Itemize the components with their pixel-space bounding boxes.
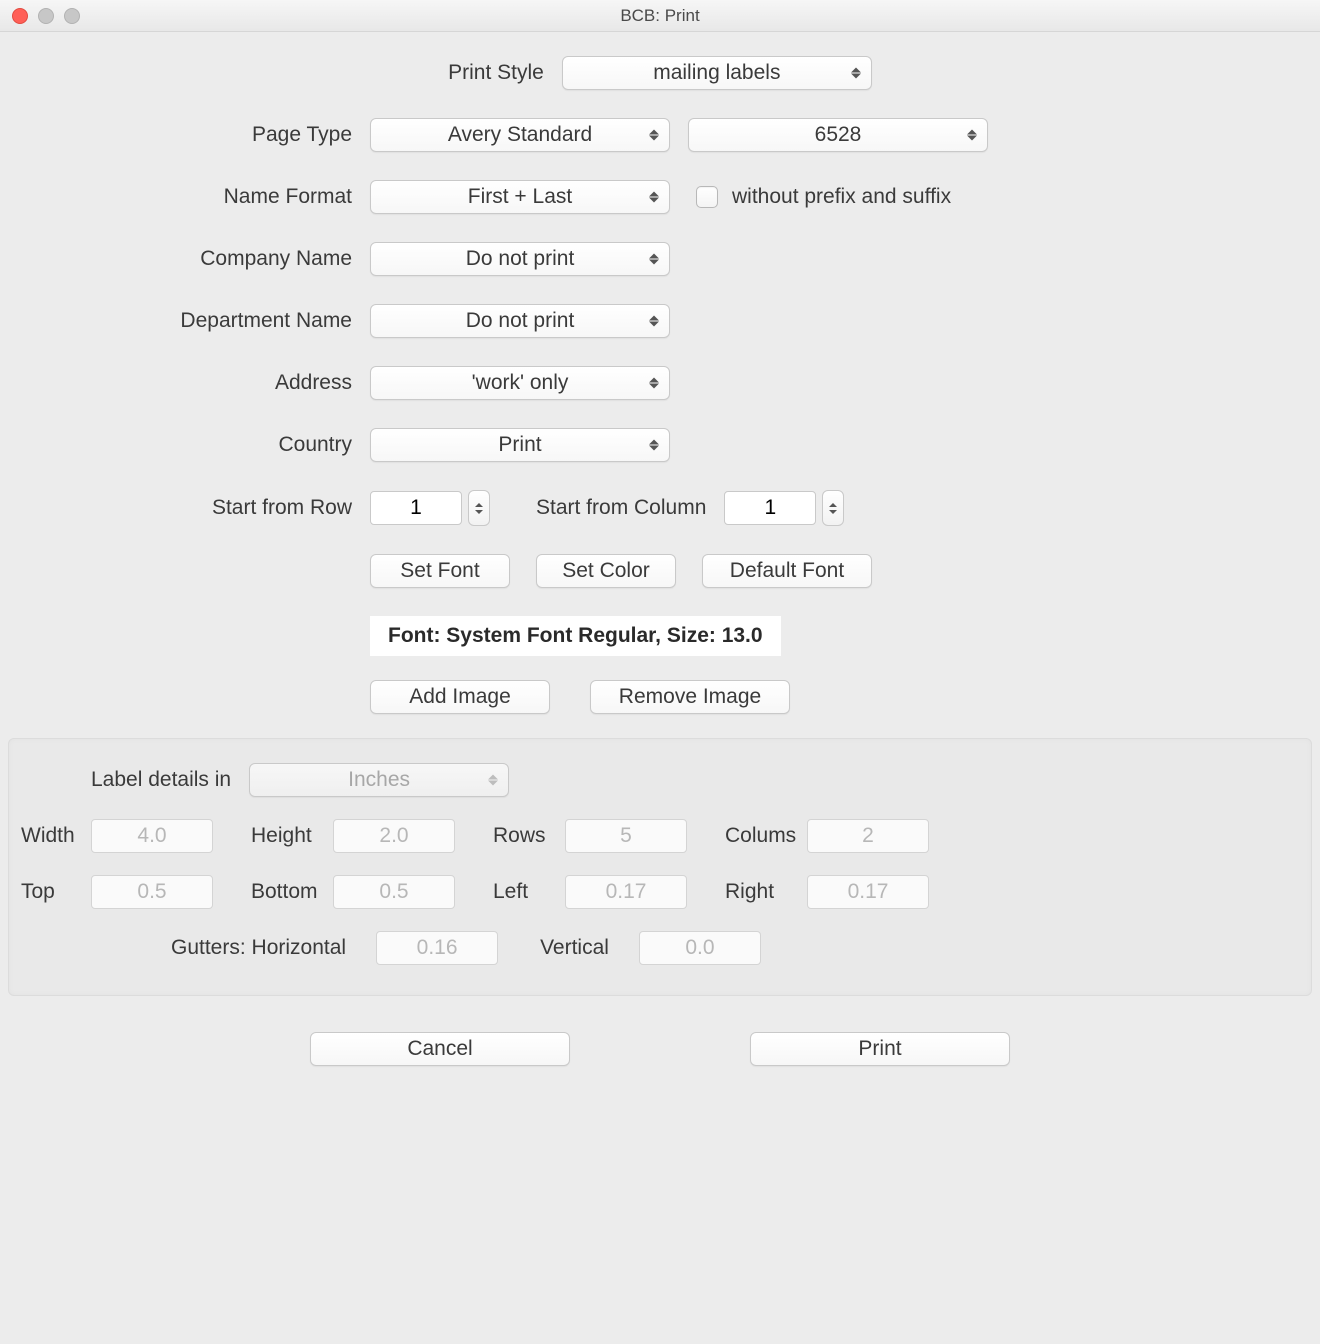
width-input [91,819,213,853]
gutter-vertical-input [639,931,761,965]
start-col-input[interactable] [724,491,816,525]
department-name-label: Department Name [120,309,370,333]
cancel-button[interactable]: Cancel [310,1032,570,1066]
units-value: Inches [348,768,410,792]
set-font-button[interactable]: Set Font [370,554,510,588]
department-name-value: Do not print [466,309,575,333]
chevron-updown-icon [649,378,659,389]
colums-input [807,819,929,853]
chevron-updown-icon [649,192,659,203]
name-format-value: First + Last [468,185,572,209]
rows-label: Rows [455,824,565,848]
page-type-vendor-value: Avery Standard [448,123,592,147]
start-col-stepper[interactable] [822,490,844,526]
height-input [333,819,455,853]
without-affix-checkbox[interactable] [696,186,718,208]
company-name-value: Do not print [466,247,575,271]
chevron-updown-icon [851,68,861,79]
chevron-updown-icon [967,130,977,141]
start-col-label: Start from Column [536,496,724,520]
print-button[interactable]: Print [750,1032,1010,1066]
gutter-horizontal-input [376,931,498,965]
top-input [91,875,213,909]
chevron-updown-icon [488,775,498,786]
units-select: Inches [249,763,509,797]
colums-label: Colums [687,824,807,848]
start-row-label: Start from Row [120,496,370,520]
name-format-label: Name Format [120,185,370,209]
address-label: Address [120,371,370,395]
chevron-updown-icon [649,254,659,265]
bottom-input [333,875,455,909]
label-details-in-label: Label details in [91,768,249,792]
label-details-panel: Label details in Inches Width Height Row… [8,738,1312,996]
right-input [807,875,929,909]
print-style-value: mailing labels [653,61,780,85]
chevron-updown-icon [649,316,659,327]
company-name-select[interactable]: Do not print [370,242,670,276]
start-row-stepper[interactable] [468,490,490,526]
width-label: Width [21,824,91,848]
height-label: Height [213,824,333,848]
without-affix-label: without prefix and suffix [732,185,951,209]
page-type-number-value: 6528 [815,123,862,147]
left-input [565,875,687,909]
default-font-button[interactable]: Default Font [702,554,872,588]
page-type-number-select[interactable]: 6528 [688,118,988,152]
address-value: 'work' only [472,371,569,395]
print-style-select[interactable]: mailing labels [562,56,872,90]
set-color-button[interactable]: Set Color [536,554,676,588]
country-value: Print [498,433,541,457]
gutters-horizontal-label: Gutters: Horizontal [171,936,376,960]
right-label: Right [687,880,807,904]
rows-input [565,819,687,853]
font-display: Font: System Font Regular, Size: 13.0 [370,616,781,656]
page-type-label: Page Type [120,123,370,147]
print-style-label: Print Style [448,61,562,85]
country-label: Country [120,433,370,457]
chevron-updown-icon [649,440,659,451]
bottom-label: Bottom [213,880,333,904]
add-image-button[interactable]: Add Image [370,680,550,714]
address-select[interactable]: 'work' only [370,366,670,400]
top-label: Top [21,880,91,904]
department-name-select[interactable]: Do not print [370,304,670,338]
page-type-vendor-select[interactable]: Avery Standard [370,118,670,152]
company-name-label: Company Name [120,247,370,271]
name-format-select[interactable]: First + Last [370,180,670,214]
window-title: BCB: Print [0,6,1320,26]
country-select[interactable]: Print [370,428,670,462]
chevron-updown-icon [649,130,659,141]
start-row-input[interactable] [370,491,462,525]
titlebar: BCB: Print [0,0,1320,32]
left-label: Left [455,880,565,904]
vertical-label: Vertical [498,936,639,960]
remove-image-button[interactable]: Remove Image [590,680,790,714]
